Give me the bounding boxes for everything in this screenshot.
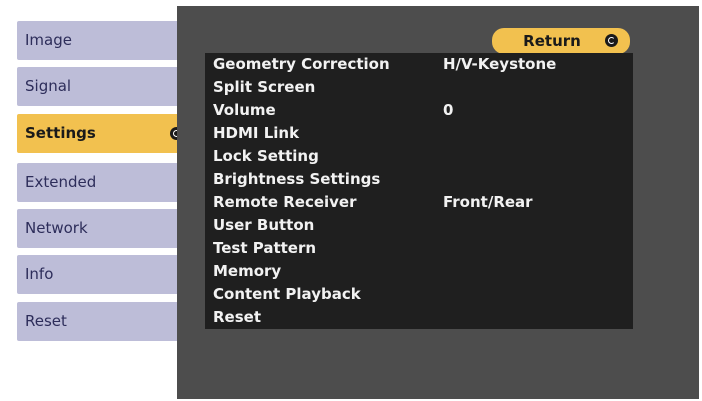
menu-row-hdmi-link[interactable]: HDMI Link [205,122,633,145]
menu-row-value: Front/Rear [443,193,533,211]
menu-row-label: HDMI Link [213,124,300,142]
settings-panel: Return Geometry Correction H/V-Keystone … [177,6,699,399]
menu-row-geometry-correction[interactable]: Geometry Correction H/V-Keystone [205,53,633,76]
sidebar-item-extended[interactable]: Extended [17,163,193,202]
menu-row-remote-receiver[interactable]: Remote Receiver Front/Rear [205,191,633,214]
menu-row-label: Memory [213,262,282,280]
menu-row-label: Content Playback [213,285,361,303]
menu-row-reset[interactable]: Reset [205,306,633,329]
sidebar-item-label: Image [25,31,72,49]
sidebar-item-label: Reset [25,312,67,330]
menu-row-brightness-settings[interactable]: Brightness Settings [205,168,633,191]
menu-row-label: User Button [213,216,315,234]
sidebar-item-network[interactable]: Network [17,209,193,248]
menu-row-test-pattern[interactable]: Test Pattern [205,237,633,260]
return-button[interactable]: Return [492,28,630,54]
menu-row-label: Test Pattern [213,239,317,257]
menu-row-value: H/V-Keystone [443,55,557,73]
sidebar-item-settings[interactable]: Settings [17,114,193,153]
menu-row-lock-setting[interactable]: Lock Setting [205,145,633,168]
menu-row-label: Split Screen [213,78,316,96]
menu-row-label: Reset [213,308,261,326]
sidebar-item-info[interactable]: Info [17,255,193,294]
return-label: Return [523,32,581,50]
menu-row-user-button[interactable]: User Button [205,214,633,237]
menu-row-label: Volume [213,101,276,119]
menu-row-memory[interactable]: Memory [205,260,633,283]
menu-row-content-playback[interactable]: Content Playback [205,283,633,306]
menu-row-volume[interactable]: Volume 0 [205,99,633,122]
menu-row-label: Geometry Correction [213,55,390,73]
sidebar-item-label: Signal [25,77,72,95]
sidebar-item-label: Network [25,219,88,237]
menu-row-split-screen[interactable]: Split Screen [205,76,633,99]
enter-icon [605,34,618,47]
sidebar-item-label: Settings [25,124,96,142]
menu-row-label: Remote Receiver [213,193,357,211]
menu-row-value: 0 [443,101,454,119]
menu-row-label: Brightness Settings [213,170,381,188]
sidebar-item-reset[interactable]: Reset [17,302,193,341]
sidebar-item-label: Extended [25,173,97,191]
sidebar-item-image[interactable]: Image [17,21,193,60]
sidebar-item-label: Info [25,265,54,283]
sidebar-item-signal[interactable]: Signal [17,67,193,106]
menu-row-label: Lock Setting [213,147,319,165]
